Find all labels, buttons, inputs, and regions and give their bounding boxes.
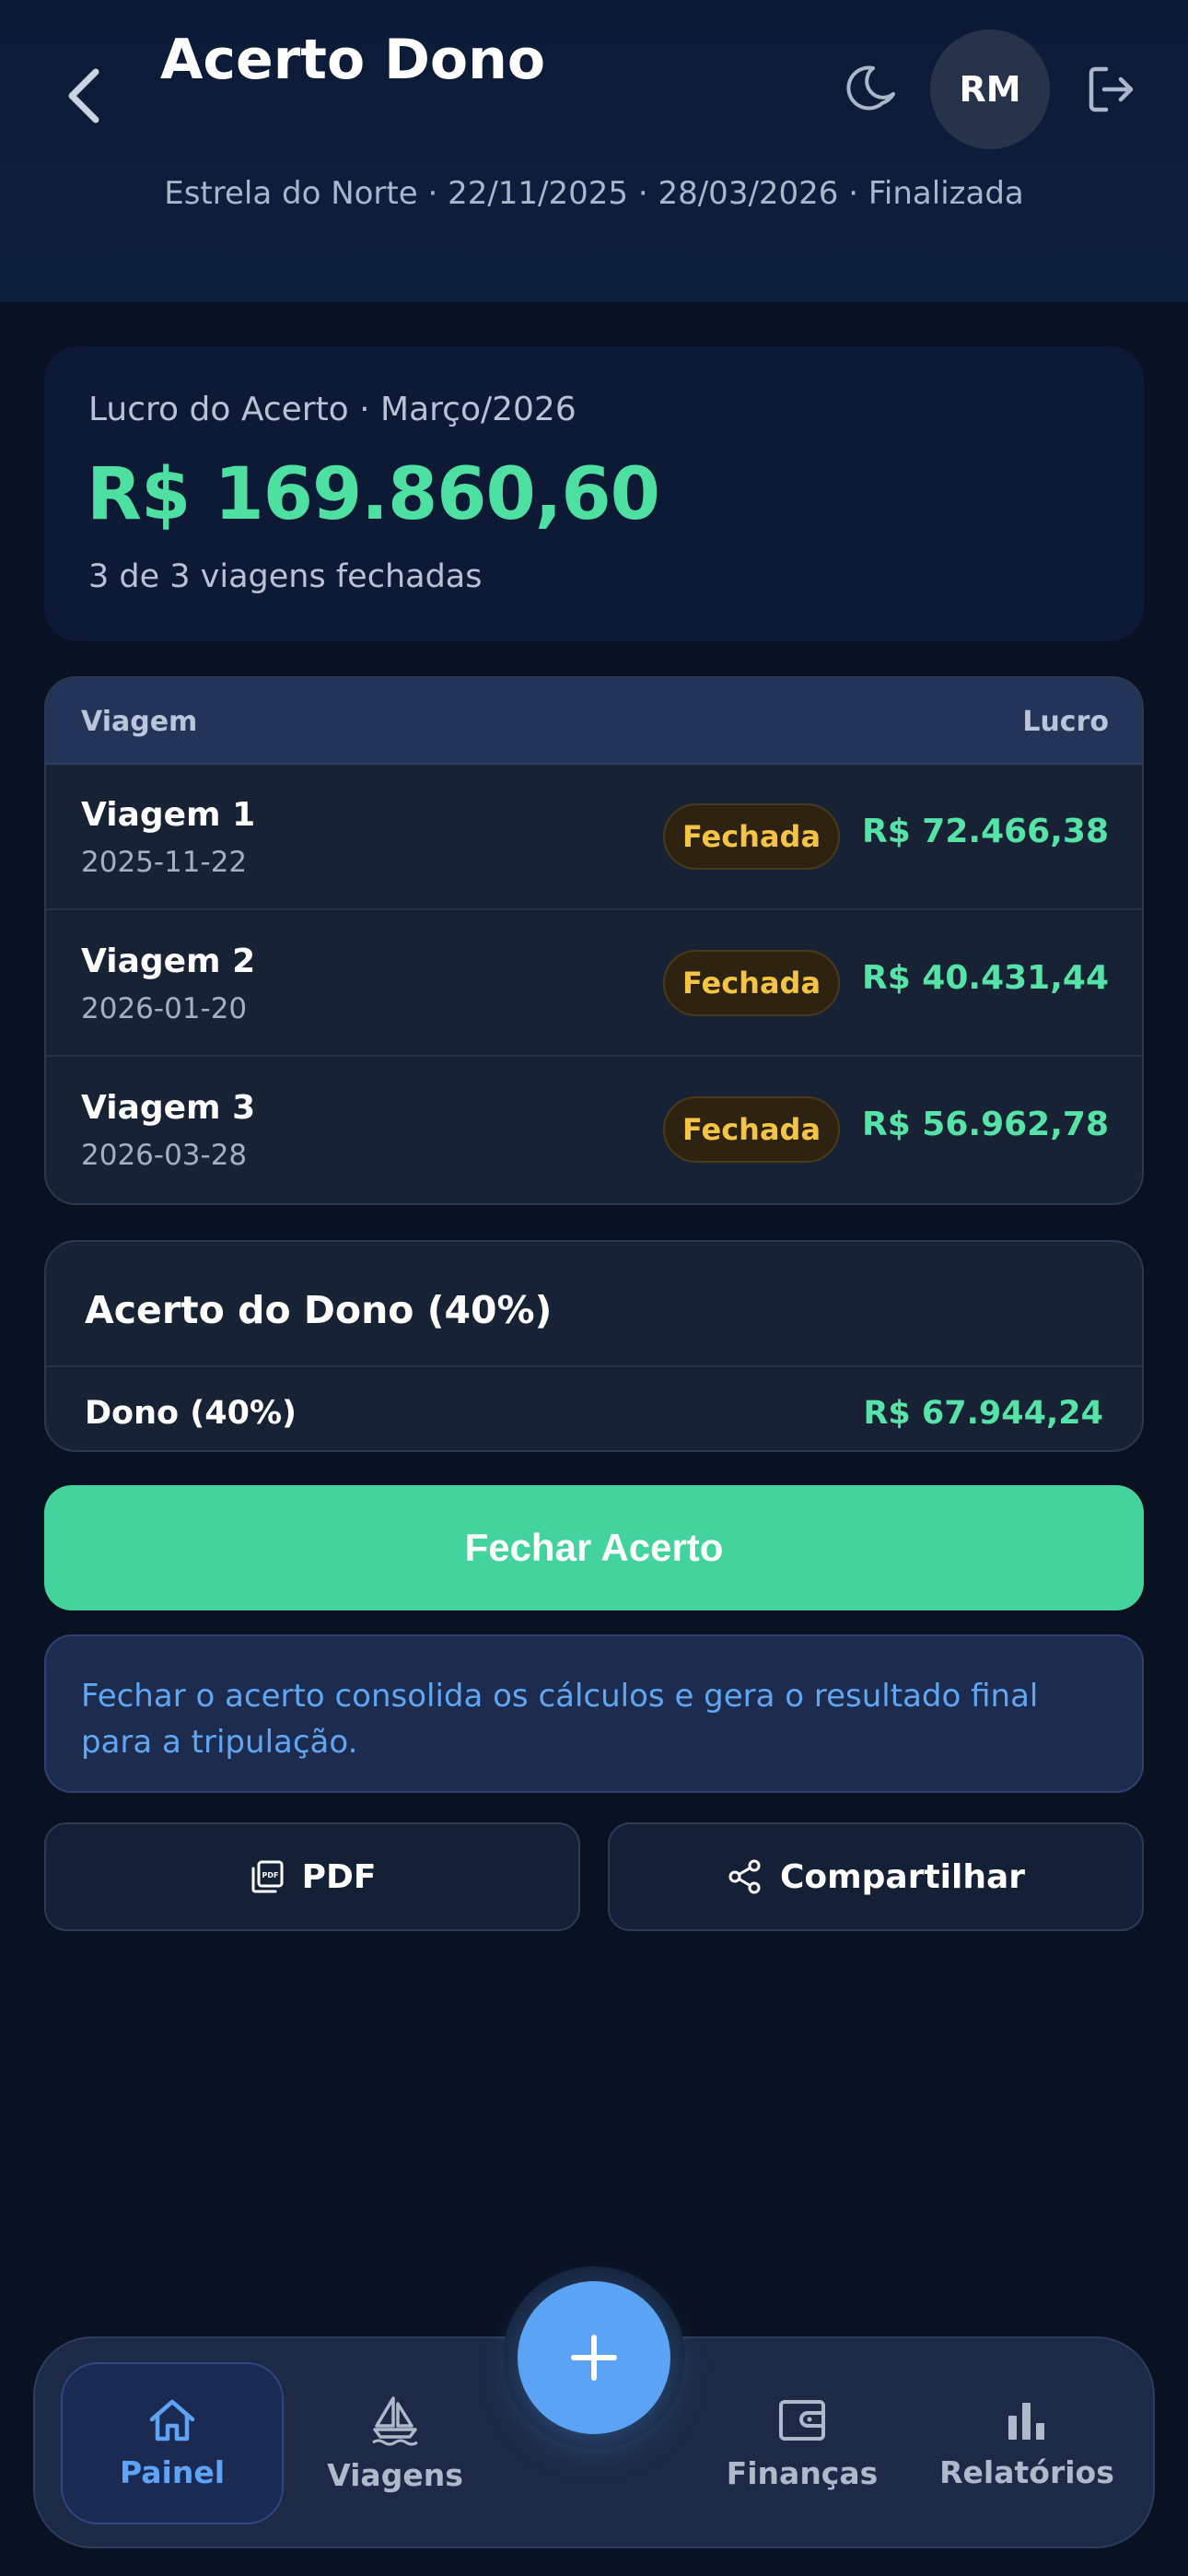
plus-icon	[571, 2335, 617, 2381]
share-icon	[728, 1859, 761, 1894]
owner-share-label: Dono (40%)	[85, 1395, 297, 1432]
nav-label: Painel	[119, 2453, 226, 2490]
nav-label: Viagens	[327, 2456, 463, 2493]
trip-profit: R$ 56.962,78	[862, 1106, 1109, 1143]
summary-label: Lucro do Acerto · Março/2026	[88, 391, 577, 428]
table-row[interactable]: Viagem 1 2025-11-22 Fechada R$ 72.466,38	[46, 765, 1142, 910]
back-button[interactable]	[55, 59, 111, 133]
theme-toggle-button[interactable]	[840, 57, 904, 122]
header: Acerto Dono RM Estrela do Norte · 22/11/…	[0, 0, 1188, 302]
trip-name: Viagem 3	[81, 1089, 256, 1127]
trip-date: 2025-11-22	[81, 846, 248, 879]
page-title: Acerto Dono	[160, 28, 546, 92]
owner-settlement-card: Acerto do Dono (40%) Dono (40%) R$ 67.94…	[44, 1240, 1144, 1452]
chevron-left-icon	[68, 68, 99, 123]
column-header-trip: Viagem	[81, 706, 198, 738]
trip-date: 2026-01-20	[81, 992, 248, 1025]
nav-item-painel[interactable]: Painel	[61, 2362, 284, 2524]
summary-subtext: 3 de 3 viagens fechadas	[88, 558, 483, 595]
avatar[interactable]: RM	[930, 29, 1050, 149]
moon-icon	[846, 65, 895, 111]
pdf-button[interactable]: PDF PDF	[44, 1822, 580, 1931]
wallet-icon	[779, 2399, 825, 2441]
home-icon	[149, 2399, 195, 2441]
info-box: Fechar o acerto consolida os cálculos e …	[44, 1634, 1144, 1793]
nav-item-viagens[interactable]: Viagens	[284, 2362, 507, 2524]
trip-name: Viagem 2	[81, 943, 256, 980]
share-button-label: Compartilhar	[779, 1857, 1026, 1896]
nav-label: Finanças	[726, 2454, 879, 2491]
share-button[interactable]: Compartilhar	[608, 1822, 1144, 1931]
pdf-button-label: PDF	[301, 1857, 377, 1896]
nav-item-financas[interactable]: Finanças	[691, 2362, 914, 2524]
nav-item-relatorios[interactable]: Relatórios	[915, 2362, 1138, 2524]
page-subtitle: Estrela do Norte · 22/11/2025 · 28/03/20…	[164, 175, 1024, 212]
logout-icon	[1089, 66, 1134, 112]
table-row[interactable]: Viagem 2 2026-01-20 Fechada R$ 40.431,44	[46, 911, 1142, 1057]
add-button[interactable]	[518, 2281, 670, 2434]
trip-profit: R$ 72.466,38	[862, 813, 1109, 850]
table-row[interactable]: Viagem 3 2026-03-28 Fechada R$ 56.962,78	[46, 1058, 1142, 1203]
owner-settlement-title: Acerto do Dono (40%)	[85, 1288, 553, 1332]
sailboat-icon	[372, 2395, 418, 2445]
svg-text:PDF: PDF	[262, 1871, 278, 1879]
trip-profit: R$ 40.431,44	[862, 959, 1109, 997]
info-text: Fechar o acerto consolida os cálculos e …	[81, 1678, 1039, 1761]
owner-share-value: R$ 67.944,24	[863, 1395, 1103, 1432]
trips-table: Viagem Lucro Viagem 1 2025-11-22 Fechada…	[44, 676, 1144, 1205]
summary-value: R$ 169.860,60	[87, 453, 660, 536]
summary-card: Lucro do Acerto · Março/2026 R$ 169.860,…	[44, 346, 1144, 641]
pdf-icon: PDF	[251, 1860, 284, 1893]
bar-chart-icon	[1008, 2402, 1044, 2440]
divider	[46, 1365, 1142, 1367]
column-header-profit: Lucro	[1022, 706, 1109, 738]
trip-name: Viagem 1	[81, 796, 256, 834]
logout-button[interactable]	[1079, 57, 1144, 122]
status-badge: Fechada	[663, 1096, 840, 1163]
status-badge: Fechada	[663, 950, 840, 1016]
nav-label: Relatórios	[939, 2453, 1114, 2490]
trip-date: 2026-03-28	[81, 1139, 248, 1172]
trips-table-header: Viagem Lucro	[46, 678, 1142, 765]
close-settlement-button[interactable]: Fechar Acerto	[44, 1485, 1144, 1610]
status-badge: Fechada	[663, 803, 840, 870]
